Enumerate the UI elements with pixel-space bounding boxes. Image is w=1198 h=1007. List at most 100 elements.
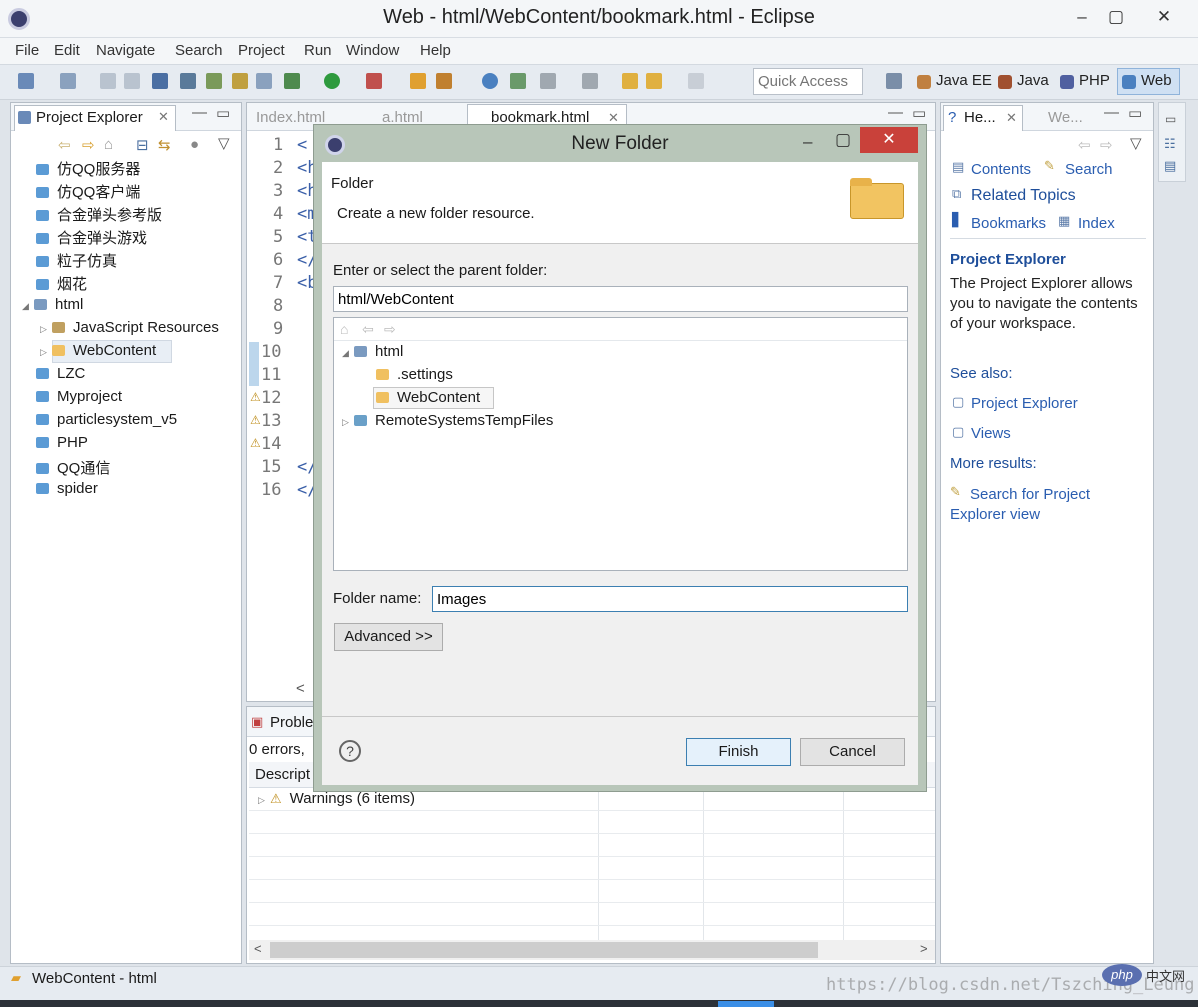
close-button[interactable]: ✕ (1150, 4, 1178, 30)
perspective-web[interactable]: Web (1141, 72, 1172, 89)
scroll-left-icon[interactable]: < (254, 941, 262, 956)
help-link-bookmarks[interactable]: Bookmarks (971, 215, 1046, 232)
perspective-php[interactable]: PHP (1079, 72, 1110, 89)
list-item[interactable]: ▷ JavaScript Resources (40, 319, 219, 336)
maximize-button[interactable]: ▢ (1102, 4, 1130, 30)
home-icon[interactable]: ⌂ (340, 321, 348, 337)
list-item[interactable]: particlesystem_v5 (36, 411, 177, 428)
folder-name-input[interactable] (432, 586, 908, 612)
description-column-header[interactable]: Descript (255, 766, 310, 783)
new-file-icon[interactable] (60, 73, 76, 89)
list-item[interactable]: ▷ WebContent (40, 342, 156, 359)
tree-node[interactable]: ◢ html (342, 343, 403, 360)
help-link-index[interactable]: Index (1078, 215, 1115, 232)
list-item[interactable]: 烟花 (36, 273, 87, 294)
outline-icon[interactable]: ☷ (1164, 136, 1176, 152)
external-tools-icon[interactable] (366, 73, 382, 89)
list-item[interactable]: spider (36, 480, 98, 497)
list-item[interactable]: 粒子仿真 (36, 250, 117, 271)
folder-tree[interactable] (333, 317, 908, 571)
collapsed-arrow-icon[interactable]: ▷ (40, 347, 52, 358)
help-tab-label[interactable]: He... (964, 109, 996, 126)
list-item[interactable]: 仿QQ客户端 (36, 181, 140, 202)
scroll-right-icon[interactable]: > (920, 941, 928, 956)
forward-nav-icon[interactable]: ⇨ (1100, 136, 1113, 154)
expanded-arrow-icon[interactable]: ◢ (342, 348, 354, 359)
view-menu-icon[interactable]: ▽ (1130, 134, 1142, 152)
run-icon[interactable] (324, 73, 340, 89)
next-annotation-icon[interactable] (540, 73, 556, 89)
minimize-view-icon[interactable]: — (888, 104, 903, 121)
dialog-close-button[interactable]: ✕ (860, 127, 918, 153)
forward-nav-icon[interactable]: ⇨ (82, 136, 95, 154)
collapsed-arrow-icon[interactable]: ▷ (342, 417, 354, 428)
maximize-view-icon[interactable]: ▭ (216, 104, 230, 122)
back-nav-icon[interactable]: ⇦ (58, 136, 71, 154)
parent-folder-input[interactable] (333, 286, 908, 312)
skip-breakpoints-icon[interactable] (180, 73, 196, 89)
new-project-icon[interactable] (206, 73, 222, 89)
search-result-link[interactable]: Search for Project Explorer view (950, 485, 1140, 525)
list-item[interactable]: Myproject (36, 388, 122, 405)
maximize-view-icon[interactable]: ▭ (1128, 104, 1142, 122)
properties-icon[interactable]: ▤ (1164, 158, 1176, 174)
prev-annotation-icon[interactable] (582, 73, 598, 89)
restore-icon[interactable]: ▭ (1165, 112, 1176, 126)
list-item[interactable]: ◢ html (22, 296, 83, 313)
minimize-button[interactable]: – (1068, 4, 1096, 30)
forward-nav-icon[interactable]: ⇨ (384, 321, 396, 338)
list-item[interactable]: QQ通信 (36, 457, 110, 478)
collapsed-arrow-icon[interactable]: ▷ (40, 324, 52, 335)
dialog-maximize-button[interactable]: ▢ (835, 130, 851, 150)
problems-tab-label[interactable]: Proble (270, 714, 313, 731)
cancel-button[interactable]: Cancel (800, 738, 905, 766)
quick-access-input[interactable] (753, 68, 863, 95)
help-link-contents[interactable]: Contents (971, 161, 1031, 178)
list-item[interactable]: LZC (36, 365, 85, 382)
menu-window[interactable]: Window (346, 42, 399, 59)
globe-icon[interactable] (482, 73, 498, 89)
open-folder-icon[interactable] (410, 73, 426, 89)
link-editor-icon[interactable]: ⇆ (158, 136, 171, 154)
tree-node[interactable]: ▷ RemoteSystemsTempFiles (342, 412, 553, 429)
collapse-all-icon[interactable]: ⊟ (136, 136, 149, 154)
forward-icon[interactable] (688, 73, 704, 89)
menu-search[interactable]: Search (175, 42, 223, 59)
list-item[interactable]: 仿QQ服务器 (36, 158, 140, 179)
menu-project[interactable]: Project (238, 42, 285, 59)
back-nav-icon[interactable]: ⇦ (362, 321, 374, 338)
up-nav-icon[interactable]: ⌂ (104, 136, 113, 153)
help-link-related-topics[interactable]: Related Topics (971, 187, 1076, 205)
scroll-left-icon[interactable]: < (296, 680, 314, 698)
help-link-search[interactable]: Search (1065, 161, 1113, 178)
minimize-view-icon[interactable]: — (192, 104, 207, 121)
tree-node[interactable]: WebContent (376, 389, 480, 406)
expanded-arrow-icon[interactable]: ◢ (22, 301, 34, 312)
web-browser-tab-label[interactable]: We... (1048, 109, 1083, 126)
list-item[interactable]: 合金弹头参考版 (36, 204, 162, 225)
brush-icon[interactable] (436, 73, 452, 89)
menu-run[interactable]: Run (304, 42, 332, 59)
terminal-icon[interactable] (152, 73, 168, 89)
close-tab-icon[interactable]: ✕ (158, 109, 169, 125)
menu-file[interactable]: File (15, 42, 39, 59)
menu-edit[interactable]: Edit (54, 42, 80, 59)
minimize-view-icon[interactable]: — (1104, 104, 1119, 121)
collapsed-arrow-icon[interactable]: ▷ (258, 795, 270, 806)
list-item[interactable]: PHP (36, 434, 88, 451)
table-row[interactable]: ▷ ⚠ Warnings (6 items) (258, 790, 415, 807)
sync-icon[interactable] (510, 73, 526, 89)
perspective-java-ee[interactable]: Java EE (936, 72, 992, 89)
maximize-view-icon[interactable]: ▭ (912, 104, 926, 122)
new-icon[interactable] (18, 73, 34, 89)
close-tab-icon[interactable]: ✕ (1006, 110, 1017, 126)
finish-button[interactable]: Finish (686, 738, 791, 766)
perspective-java[interactable]: Java (1017, 72, 1049, 89)
save-all-icon[interactable] (124, 73, 140, 89)
open-type-icon[interactable] (256, 73, 272, 89)
advanced-button[interactable]: Advanced >> (334, 623, 443, 651)
view-menu-icon[interactable]: ▽ (218, 134, 230, 152)
open-perspective-icon[interactable] (886, 73, 902, 89)
filter-icon[interactable]: ● (190, 136, 199, 153)
debug-icon[interactable] (284, 73, 300, 89)
